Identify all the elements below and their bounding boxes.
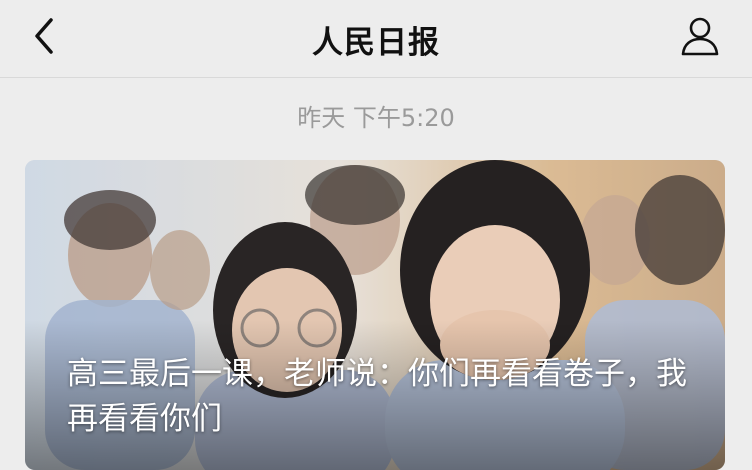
article-headline: 高三最后一课，老师说：你们再看看卷子，我再看看你们	[67, 356, 687, 437]
profile-button[interactable]	[676, 12, 724, 60]
article-card[interactable]: 高三最后一课，老师说：你们再看看卷子，我再看看你们	[25, 160, 725, 470]
top-navigation-bar: 人民日报	[0, 0, 752, 78]
page-title: 人民日报	[312, 25, 440, 61]
user-icon	[681, 17, 719, 56]
message-timestamp: 昨天 下午5:20	[297, 104, 455, 132]
